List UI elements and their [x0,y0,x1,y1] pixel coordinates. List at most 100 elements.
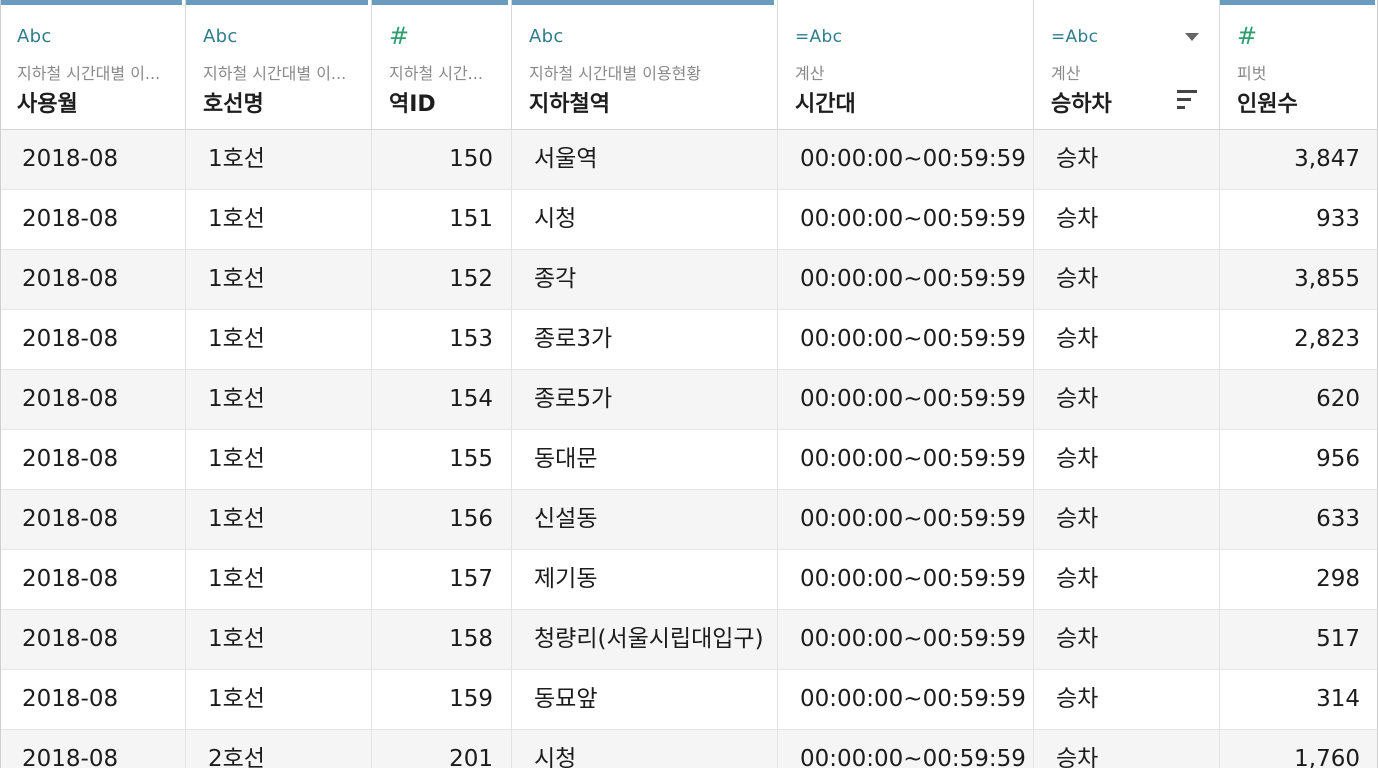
cell-station: 시청 [512,190,778,249]
cell-month: 2018-08 [0,730,186,768]
cell-count: 2,823 [1294,326,1360,352]
cell-station-id: 158 [372,610,512,669]
cell-month: 2018-08 [0,550,186,609]
cell-month: 2018-08 [0,310,186,369]
cell-time-slot: 00:00:00~00:59:59 [778,730,1034,768]
cell-line-name: 1호선 [186,430,372,489]
cell-line-name: 1호선 [186,130,372,189]
cell-station-id: 159 [372,670,512,729]
cell-count: 3,855 [1294,266,1360,292]
column-header-top-bar [1034,0,1216,5]
cell-station: 시청 [512,730,778,768]
sort-icon[interactable] [1177,90,1197,110]
column-header-row: Abc 지하철 시간대별 이... 사용월 Abc 지하철 시간대별 이... 호선명 # 지… [0,0,1378,130]
cell-count: 314 [1316,686,1360,712]
table-row[interactable]: 2018-08 1호선 159 동묘앞 00:00:00~00:59:59 승차 314 [0,670,1378,730]
table-row[interactable]: 2018-08 1호선 152 종각 00:00:00~00:59:59 승차 3,855 [0,250,1378,310]
cell-station: 신설동 [512,490,778,549]
cell-station-id: 156 [372,490,512,549]
table-row[interactable]: 2018-08 1호선 154 종로5가 00:00:00~00:59:59 승차 620 [0,370,1378,430]
table-row[interactable]: 2018-08 1호선 158 청량리(서울시립대입구) 00:00:00~00:59:… [0,610,1378,670]
field-type-icon: =Abc [795,27,843,47]
cell-time-slot: 00:00:00~00:59:59 [778,310,1034,369]
column-header-count[interactable]: # 피벗 인원수 [1220,0,1378,129]
column-header-line-name[interactable]: Abc 지하철 시간대별 이... 호선명 [186,0,372,129]
cell-line-name: 1호선 [186,550,372,609]
table-row[interactable]: 2018-08 2호선 201 시청 00:00:00~00:59:59 승차 1,760 [0,730,1378,768]
column-header-board-alight[interactable]: =Abc 계산 승하차 [1034,0,1220,129]
column-header-station-id[interactable]: # 지하철 시간... 역ID [372,0,512,129]
cell-station: 종로5가 [512,370,778,429]
cell-board-alight: 승차 [1034,130,1220,189]
column-header-top-bar [0,0,182,5]
cell-board-alight: 승차 [1034,190,1220,249]
cell-board-alight: 승차 [1034,670,1220,729]
cell-count: 620 [1316,386,1360,412]
column-name: 승하차 [1051,92,1112,117]
cell-time-slot: 00:00:00~00:59:59 [778,190,1034,249]
table-row[interactable]: 2018-08 1호선 153 종로3가 00:00:00~00:59:59 승차 2,82… [0,310,1378,370]
cell-line-name: 1호선 [186,370,372,429]
column-source-label: 계산 [1051,64,1081,83]
cell-line-name: 2호선 [186,730,372,768]
cell-line-name: 1호선 [186,250,372,309]
table-row[interactable]: 2018-08 1호선 150 서울역 00:00:00~00:59:59 승차 3,847 [0,130,1378,190]
column-source-label: 피벗 [1237,64,1267,83]
table-body: 2018-08 1호선 150 서울역 00:00:00~00:59:59 승차 3,847… [0,130,1378,768]
sort-bar [1177,98,1191,101]
cell-line-name: 1호선 [186,310,372,369]
cell-station-id: 201 [372,730,512,768]
cell-station-id: 150 [372,130,512,189]
column-source-label: 지하철 시간대별 이용현황 [529,64,702,83]
cell-month: 2018-08 [0,250,186,309]
cell-board-alight: 승차 [1034,550,1220,609]
cell-time-slot: 00:00:00~00:59:59 [778,250,1034,309]
cell-count: 633 [1316,506,1360,532]
table-row[interactable]: 2018-08 1호선 156 신설동 00:00:00~00:59:59 승차 633 [0,490,1378,550]
cell-board-alight: 승차 [1034,730,1220,768]
column-header-time-slot[interactable]: =Abc 계산시간대 [778,0,1034,129]
cell-count: 517 [1316,626,1360,652]
cell-time-slot: 00:00:00~00:59:59 [778,610,1034,669]
column-header-month[interactable]: Abc 지하철 시간대별 이... 사용월 [0,0,186,129]
cell-time-slot: 00:00:00~00:59:59 [778,370,1034,429]
sort-bar [1177,90,1197,93]
cell-month: 2018-08 [0,130,186,189]
cell-month: 2018-08 [0,370,186,429]
chevron-down-icon[interactable] [1185,33,1199,41]
column-name: 시간대 [795,92,856,117]
sort-bar [1177,106,1185,109]
cell-count: 933 [1316,206,1360,232]
field-type-icon: # [389,22,410,50]
cell-line-name: 1호선 [186,490,372,549]
column-name: 사용월 [17,92,78,117]
cell-count: 3,847 [1294,146,1360,172]
column-header-top-bar [512,0,774,5]
column-header-top-bar [778,0,1030,5]
data-grid: Abc 지하철 시간대별 이... 사용월 Abc 지하철 시간대별 이... 호선명 # 지… [0,0,1378,768]
column-source-label: 지하철 시간대별 이... [17,64,161,83]
cell-time-slot: 00:00:00~00:59:59 [778,550,1034,609]
column-source-label: 계산 [795,64,825,83]
cell-month: 2018-08 [0,430,186,489]
cell-board-alight: 승차 [1034,430,1220,489]
column-name: 지하철역 [529,92,610,117]
table-row[interactable]: 2018-08 1호선 157 제기동 00:00:00~00:59:59 승차 298 [0,550,1378,610]
column-source-label: 지하철 시간... [389,64,483,83]
cell-station: 종로3가 [512,310,778,369]
cell-board-alight: 승차 [1034,250,1220,309]
cell-station-id: 154 [372,370,512,429]
column-name: 역ID [389,92,436,117]
cell-station-id: 153 [372,310,512,369]
cell-station: 종각 [512,250,778,309]
cell-station-id: 155 [372,430,512,489]
column-header-station[interactable]: Abc 지하철 시간대별 이용현황 지하철역 [512,0,778,129]
cell-time-slot: 00:00:00~00:59:59 [778,430,1034,489]
cell-line-name: 1호선 [186,610,372,669]
table-row[interactable]: 2018-08 1호선 155 동대문 00:00:00~00:59:59 승차 956 [0,430,1378,490]
cell-count: 1,760 [1294,746,1360,768]
cell-board-alight: 승차 [1034,310,1220,369]
cell-month: 2018-08 [0,490,186,549]
cell-count: 298 [1316,566,1360,592]
table-row[interactable]: 2018-08 1호선 151 시청 00:00:00~00:59:59 승차 933 [0,190,1378,250]
